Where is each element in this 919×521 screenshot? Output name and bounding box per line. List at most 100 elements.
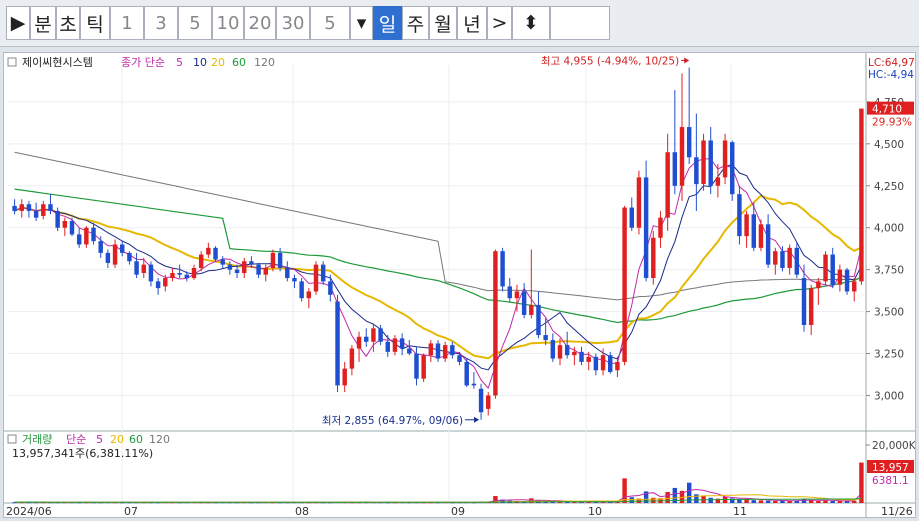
toolbar-period_value-button[interactable]: 5 xyxy=(310,6,350,40)
candle-body xyxy=(170,273,175,279)
candle-body xyxy=(521,291,527,315)
candle-body xyxy=(12,205,17,211)
candle-body xyxy=(564,345,570,356)
candle-body xyxy=(722,140,728,178)
candle-body xyxy=(808,288,814,325)
candle-body xyxy=(708,140,713,186)
candle-body xyxy=(378,328,383,342)
toolbar-play-icon[interactable]: ▶ xyxy=(6,6,30,40)
ma-legend-period: 60 xyxy=(232,56,246,69)
candle-body xyxy=(629,207,634,228)
candle-body xyxy=(471,383,477,386)
candle-body xyxy=(148,264,154,282)
date-label: 11 xyxy=(733,505,747,517)
candle-body xyxy=(206,247,211,255)
candle-body xyxy=(435,343,441,359)
candle-body xyxy=(450,345,455,356)
toolbar-n3-button[interactable]: 3 xyxy=(144,6,178,40)
volume-bar xyxy=(830,500,835,503)
candle-body xyxy=(285,267,290,279)
candle-body xyxy=(98,241,103,253)
price-tick-label: 3,250 xyxy=(874,349,904,361)
toolbar-n30-button[interactable]: 30 xyxy=(276,6,310,40)
candle-body xyxy=(686,127,692,158)
volume-bar xyxy=(787,500,792,503)
candle-body xyxy=(500,251,505,287)
candle-body xyxy=(794,247,800,275)
toolbar-min-button[interactable]: 분 xyxy=(30,6,56,40)
high-price-annotation: 최고 4,955 (-4.94%, 10/25) xyxy=(541,56,679,68)
price-tick-label: 4,250 xyxy=(874,181,904,193)
candle-body xyxy=(493,251,498,396)
price-tick-label: 4,000 xyxy=(874,223,904,235)
candle-body xyxy=(270,252,276,268)
toolbar-dropdown-icon[interactable]: ▾ xyxy=(350,6,373,40)
ma-legend-period: 20 xyxy=(211,56,225,69)
chart-toolbar: ▶ 분 초 틱 1 3 5 10 20 30 5 ▾ 일 주 월 년 > ⬍ xyxy=(0,0,919,47)
low-price-annotation: 최저 2,855 (64.97%, 09/06) xyxy=(322,415,463,427)
candle-body xyxy=(830,254,835,285)
candle-body xyxy=(636,177,642,228)
toolbar-input-button[interactable] xyxy=(550,6,610,40)
toolbar-year-button[interactable]: 년 xyxy=(457,6,487,40)
volume-bar xyxy=(816,500,821,503)
candle-body xyxy=(643,177,649,279)
candle-body xyxy=(529,304,534,315)
candle-body xyxy=(277,252,283,268)
ma-legend-period: 5 xyxy=(176,56,183,69)
candle-body xyxy=(679,127,685,186)
volume-tick-label: 20,000K xyxy=(872,440,915,452)
toolbar-month-button[interactable]: 월 xyxy=(429,6,457,40)
candle-body xyxy=(780,251,785,268)
toolbar-tick-button[interactable]: 틱 xyxy=(80,6,110,40)
current-price-label: 4,710 xyxy=(872,104,902,116)
volume-title: 거래량 xyxy=(22,433,52,446)
candlestick-chart: 4,7504,5004,2504,0003,7503,5003,2503,000… xyxy=(4,53,917,518)
ma-legend-period: 10 xyxy=(193,56,207,69)
candle-body xyxy=(837,269,843,285)
candle-body xyxy=(414,353,419,379)
candle-body xyxy=(550,340,556,359)
toolbar-sec-button[interactable]: 초 xyxy=(56,6,80,40)
volume-bar xyxy=(744,499,749,503)
lc-label: LC:64,97 xyxy=(868,57,915,69)
candle-body xyxy=(751,214,756,248)
toolbar-updown-icon[interactable]: ⬍ xyxy=(512,6,550,40)
volume-bar xyxy=(773,500,778,503)
candle-body xyxy=(91,227,96,242)
toolbar-week-button[interactable]: 주 xyxy=(402,6,429,40)
stock-chart-panel[interactable]: 4,7504,5004,2504,0003,7503,5003,2503,000… xyxy=(3,52,917,518)
candle-body xyxy=(62,221,68,228)
volume-legend-collapse-icon[interactable] xyxy=(7,434,17,444)
candle-body xyxy=(658,217,663,238)
candle-body xyxy=(349,348,355,369)
candle-body xyxy=(579,351,584,362)
toolbar-n10-button[interactable]: 10 xyxy=(212,6,244,40)
toolbar-next-icon[interactable]: > xyxy=(487,6,512,40)
candle-body xyxy=(328,281,333,295)
candle-body xyxy=(392,338,398,352)
date-label: 2024/06 xyxy=(6,505,52,517)
candle-body xyxy=(593,356,599,371)
volume-bar xyxy=(665,491,670,503)
candle-body xyxy=(600,355,606,371)
candle-body xyxy=(112,244,118,265)
toolbar-n1-button[interactable]: 1 xyxy=(110,6,144,40)
toolbar-day-button[interactable]: 일 xyxy=(373,6,402,40)
current-change-label: 29.93% xyxy=(872,117,912,129)
candle-body xyxy=(320,264,326,282)
toolbar-n20-button[interactable]: 20 xyxy=(244,6,276,40)
price-tick-label: 3,000 xyxy=(874,390,904,402)
legend-collapse-icon[interactable] xyxy=(7,57,17,67)
candle-body xyxy=(299,281,304,299)
toolbar-n5-button[interactable]: 5 xyxy=(178,6,212,40)
candle-body xyxy=(141,264,146,273)
candle-body xyxy=(859,108,864,282)
candle-body xyxy=(457,355,462,362)
candle-body xyxy=(33,210,39,218)
date-label: 09 xyxy=(451,505,465,517)
volume-current-label: 13,957 xyxy=(872,462,909,474)
candle-body xyxy=(507,286,512,299)
candle-body xyxy=(730,142,735,195)
candle-body xyxy=(356,336,362,349)
